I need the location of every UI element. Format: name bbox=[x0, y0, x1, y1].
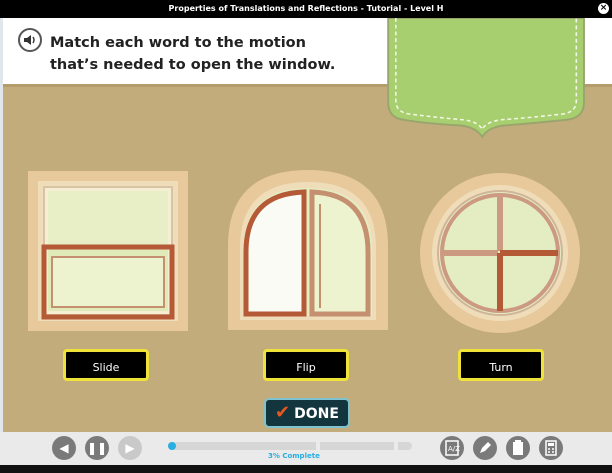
speaker-button[interactable] bbox=[18, 28, 42, 52]
back-button[interactable]: ◀ bbox=[52, 436, 76, 460]
progress-track-1 bbox=[168, 442, 316, 450]
navigation-bar: ◀ ❚❚ ▶ 3% Complete A/Z bbox=[0, 432, 612, 465]
window-title: Properties of Translations and Reflectio… bbox=[168, 4, 444, 13]
progress-bar bbox=[168, 442, 412, 450]
progress-track-3 bbox=[398, 442, 412, 450]
arrow-left-icon: ◀ bbox=[59, 441, 69, 455]
decorative-plaque bbox=[387, 18, 585, 138]
calculator-icon bbox=[545, 440, 557, 456]
checkmark-icon: ✔ bbox=[275, 402, 291, 423]
instruction-line-2: that’s needed to open the window. bbox=[50, 57, 336, 73]
notepad-icon bbox=[513, 440, 523, 455]
pencil-icon bbox=[480, 442, 491, 453]
calculator-button[interactable] bbox=[539, 436, 563, 460]
left-edge bbox=[0, 18, 3, 432]
done-button[interactable]: ✔ DONE bbox=[264, 398, 350, 428]
flip-window bbox=[228, 170, 388, 330]
close-icon[interactable]: × bbox=[598, 3, 609, 14]
progress-label: 3% Complete bbox=[268, 452, 320, 460]
bottom-edge bbox=[0, 465, 612, 473]
done-label: DONE bbox=[294, 406, 339, 422]
turn-window bbox=[420, 173, 580, 333]
progress-fill bbox=[168, 442, 176, 450]
activity-stage: Match each word to the motion that’s nee… bbox=[0, 18, 612, 432]
progress-track-2 bbox=[320, 442, 394, 450]
word-slide-button[interactable]: Slide bbox=[63, 349, 149, 381]
pause-icon: ❚❚ bbox=[86, 441, 108, 455]
speaker-icon bbox=[24, 35, 35, 45]
instruction-line-1: Match each word to the motion bbox=[50, 35, 306, 51]
svg-text:A/Z: A/Z bbox=[448, 445, 460, 453]
forward-button[interactable]: ▶ bbox=[118, 436, 142, 460]
pencil-button[interactable] bbox=[473, 436, 497, 460]
glossary-button[interactable]: A/Z bbox=[440, 436, 464, 460]
word-flip-button[interactable]: Flip bbox=[263, 349, 349, 381]
slide-window bbox=[28, 171, 188, 331]
glossary-icon: A/Z bbox=[445, 440, 460, 456]
notepad-button[interactable] bbox=[506, 436, 530, 460]
arrow-right-icon: ▶ bbox=[125, 441, 135, 455]
pause-button[interactable]: ❚❚ bbox=[85, 436, 109, 460]
word-turn-button[interactable]: Turn bbox=[458, 349, 544, 381]
instruction-text: Match each word to the motion that’s nee… bbox=[50, 32, 370, 76]
title-bar: Properties of Translations and Reflectio… bbox=[0, 0, 612, 18]
